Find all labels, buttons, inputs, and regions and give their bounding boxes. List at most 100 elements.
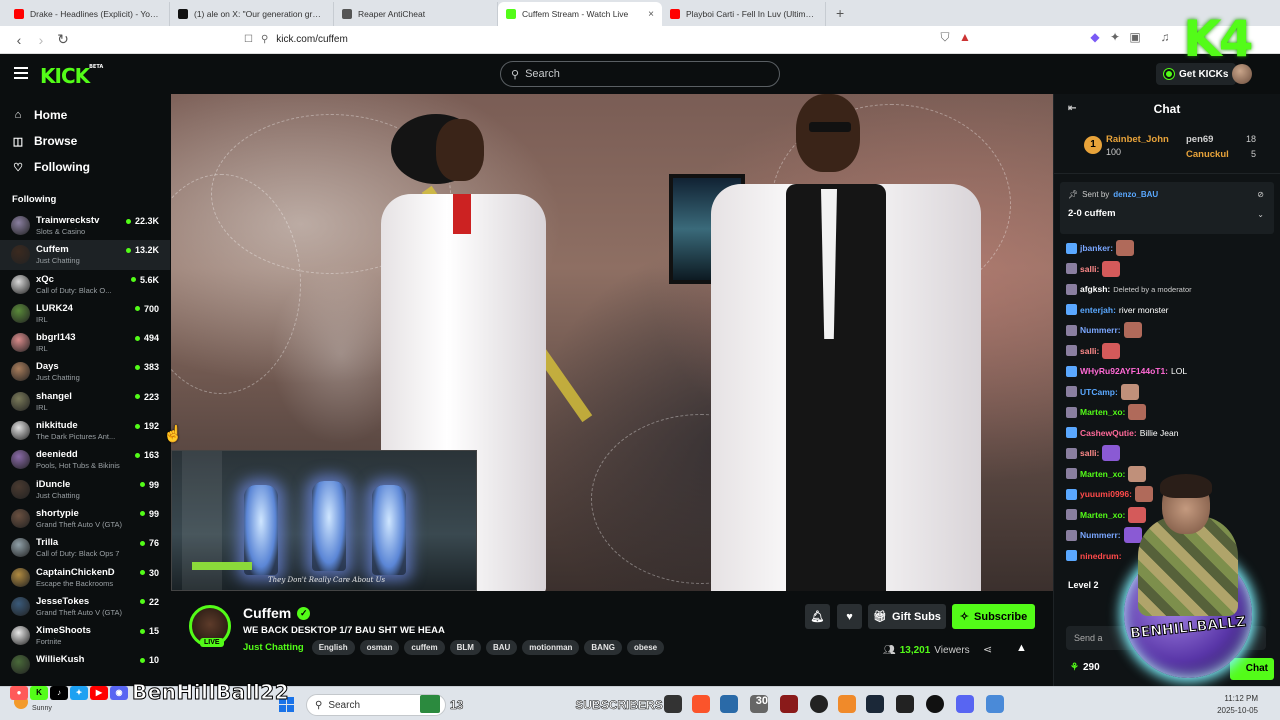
app-icon[interactable]	[926, 695, 944, 713]
app-icon[interactable]	[420, 695, 440, 713]
app-icon[interactable]	[664, 695, 682, 713]
followed-channel[interactable]: WillieKush 10	[0, 650, 170, 679]
stream-tag[interactable]: cuffem	[404, 640, 445, 655]
menu-icon[interactable]	[14, 67, 28, 82]
vpn-icon[interactable]: ◆	[1086, 30, 1104, 50]
followed-channel[interactable]: xQc Call of Duty: Black O... 5.6K	[0, 270, 170, 299]
chat-username[interactable]: UTCamp:	[1080, 387, 1118, 397]
followed-channel[interactable]: Days Just Chatting 383	[0, 357, 170, 386]
followed-channel[interactable]: shortypie Grand Theft Auto V (GTA) 99	[0, 504, 170, 533]
chat-username[interactable]: CashewQutie:	[1080, 428, 1137, 438]
app-icon[interactable]	[720, 695, 738, 713]
report-icon[interactable]: ▲	[1016, 642, 1027, 654]
music-icon[interactable]: ♫	[1156, 30, 1174, 50]
stream-tag[interactable]: BANG	[584, 640, 622, 655]
chat-message[interactable]: CashewQutie: Billie Jean	[1054, 423, 1280, 444]
chevron-down-icon[interactable]: ⌄	[1257, 210, 1264, 219]
leader-name[interactable]: Rainbet_John	[1106, 134, 1169, 145]
app-icon[interactable]	[838, 695, 856, 713]
chat-message[interactable]: Nummerr:	[1054, 320, 1280, 341]
chat-username[interactable]: salli:	[1080, 346, 1099, 356]
followed-channel[interactable]: deeniedd Pools, Hot Tubs & Bikinis 163	[0, 445, 170, 474]
sidebar-nav-home[interactable]: ⌂ Home	[0, 102, 170, 128]
sidebar-nav-browse[interactable]: ◫ Browse	[0, 128, 170, 154]
chat-username[interactable]: jbanker:	[1080, 243, 1113, 253]
followed-channel[interactable]: CaptainChickenD Escape the Backrooms 30	[0, 563, 170, 592]
chat-message[interactable]: afgksh: Deleted by a moderator	[1054, 279, 1280, 300]
stream-tag[interactable]: BLM	[449, 640, 481, 655]
category-link[interactable]: Just Chatting	[243, 642, 304, 653]
followed-channel[interactable]: iDuncle Just Chatting 99	[0, 475, 170, 504]
search-input[interactable]: ⚲ Search	[500, 61, 780, 87]
chat-message[interactable]: UTCamp:	[1054, 382, 1280, 403]
chat-username[interactable]: salli:	[1080, 448, 1099, 458]
chat-message[interactable]: salli:	[1054, 259, 1280, 280]
stream-tag[interactable]: osman	[359, 640, 400, 655]
chat-username[interactable]: Marten_xo:	[1080, 407, 1125, 417]
bookmark-icon[interactable]: ☐	[244, 34, 253, 45]
leader-name[interactable]: pen69	[1186, 134, 1213, 145]
app-icon[interactable]: 30	[750, 695, 768, 713]
notifications-button[interactable]: 🔔︎	[805, 604, 830, 629]
brave-icon[interactable]	[692, 695, 710, 713]
brave-shield-icon[interactable]: ⛉	[936, 30, 954, 50]
followed-channel[interactable]: bbgrl143 IRL 494	[0, 328, 170, 357]
chat-message[interactable]: WHyRu92AYF144oT1: LOL	[1054, 361, 1280, 382]
discord-icon[interactable]	[956, 695, 974, 713]
channel-name[interactable]: Cuffem ✓	[243, 605, 311, 621]
browser-tab[interactable]: (1) ale on X: "Our generation greate	[170, 2, 334, 26]
chat-username[interactable]: salli:	[1080, 264, 1099, 274]
follow-button[interactable]: ♥	[837, 604, 862, 629]
system-clock[interactable]: 11:12 PM 2025-10-05	[1217, 693, 1258, 717]
followed-channel[interactable]: nikkitude The Dark Pictures Ant... 192	[0, 416, 170, 445]
stream-tag[interactable]: English	[311, 640, 355, 655]
chat-message[interactable]: salli:	[1054, 341, 1280, 362]
kick-logo[interactable]: KICKBETA	[40, 64, 103, 88]
steam-icon[interactable]	[866, 695, 884, 713]
chat-message[interactable]: salli:	[1054, 443, 1280, 464]
warning-icon[interactable]: ▲	[956, 30, 974, 50]
leader-name[interactable]: Canuckul	[1186, 149, 1229, 160]
collapse-chat-icon[interactable]: ⇤	[1068, 103, 1076, 114]
followed-channel[interactable]: JesseTokes Grand Theft Auto V (GTA) 22	[0, 592, 170, 621]
forward-icon[interactable]: ›	[30, 32, 52, 48]
unpin-icon[interactable]: ⊘	[1257, 190, 1264, 199]
sidebar-nav-following[interactable]: ♡ Following	[0, 154, 170, 180]
chat-message[interactable]: jbanker:	[1054, 238, 1280, 259]
extensions-icon[interactable]: ✦	[1106, 30, 1124, 50]
stream-tag[interactable]: motionman	[522, 640, 580, 655]
new-tab-button[interactable]: +	[826, 2, 854, 26]
browser-tab[interactable]: Cuffem Stream - Watch Live ×	[498, 2, 662, 26]
stream-tag[interactable]: obese	[626, 640, 665, 655]
browser-tab[interactable]: Drake - Headlines (Explicit) - YouTub	[6, 2, 170, 26]
address-bar[interactable]: ☐ ⚲ kick.com/cuffem	[244, 28, 944, 51]
subscribe-button[interactable]: ✧ Subscribe	[952, 604, 1035, 629]
reload-icon[interactable]: ↻	[52, 31, 74, 48]
followed-channel[interactable]: Cuffem Just Chatting 13.2K	[0, 240, 170, 270]
chat-username[interactable]: Nummerr:	[1080, 325, 1121, 335]
app-icon[interactable]	[896, 695, 914, 713]
followed-channel[interactable]: XimeShoots Fortnite 15	[0, 621, 170, 650]
chat-username[interactable]: WHyRu92AYF144oT1:	[1080, 366, 1168, 376]
app-icon[interactable]	[780, 695, 798, 713]
app-icon[interactable]	[986, 695, 1004, 713]
browser-tab[interactable]: Playboi Carti - Fell In Luv (Ultimate M	[662, 2, 826, 26]
browser-tab[interactable]: Reaper AntiCheat	[334, 2, 498, 26]
sidebar-icon[interactable]: ▣	[1126, 30, 1144, 50]
gift-subs-button[interactable]: 🎁︎ Gift Subs	[868, 604, 946, 629]
chat-message[interactable]: Marten_xo:	[1054, 402, 1280, 423]
chat-username[interactable]: afgksh:	[1080, 284, 1110, 294]
close-tab-icon[interactable]: ×	[648, 9, 654, 20]
channel-points[interactable]: ⚘ 290	[1070, 662, 1100, 673]
pinned-message[interactable]: 📌︎ Sent by denzo_BAU 2-0 cuffem ⊘ ⌄	[1060, 182, 1274, 234]
stream-tag[interactable]: BAU	[485, 640, 518, 655]
followed-channel[interactable]: Trainwreckstv Slots & Casino 22.3K	[0, 211, 170, 240]
chat-username[interactable]: enterjah:	[1080, 305, 1116, 315]
back-icon[interactable]: ‹	[8, 32, 30, 48]
site-info-icon[interactable]: ⚲	[261, 34, 268, 45]
followed-channel[interactable]: LURK24 IRL 700	[0, 299, 170, 328]
share-icon[interactable]: ⋖	[983, 643, 992, 656]
chat-message[interactable]: enterjah: river monster	[1054, 300, 1280, 321]
followed-channel[interactable]: Trilla Call of Duty: Black Ops 7 76	[0, 533, 170, 562]
followed-channel[interactable]: shangel IRL 223	[0, 387, 170, 416]
